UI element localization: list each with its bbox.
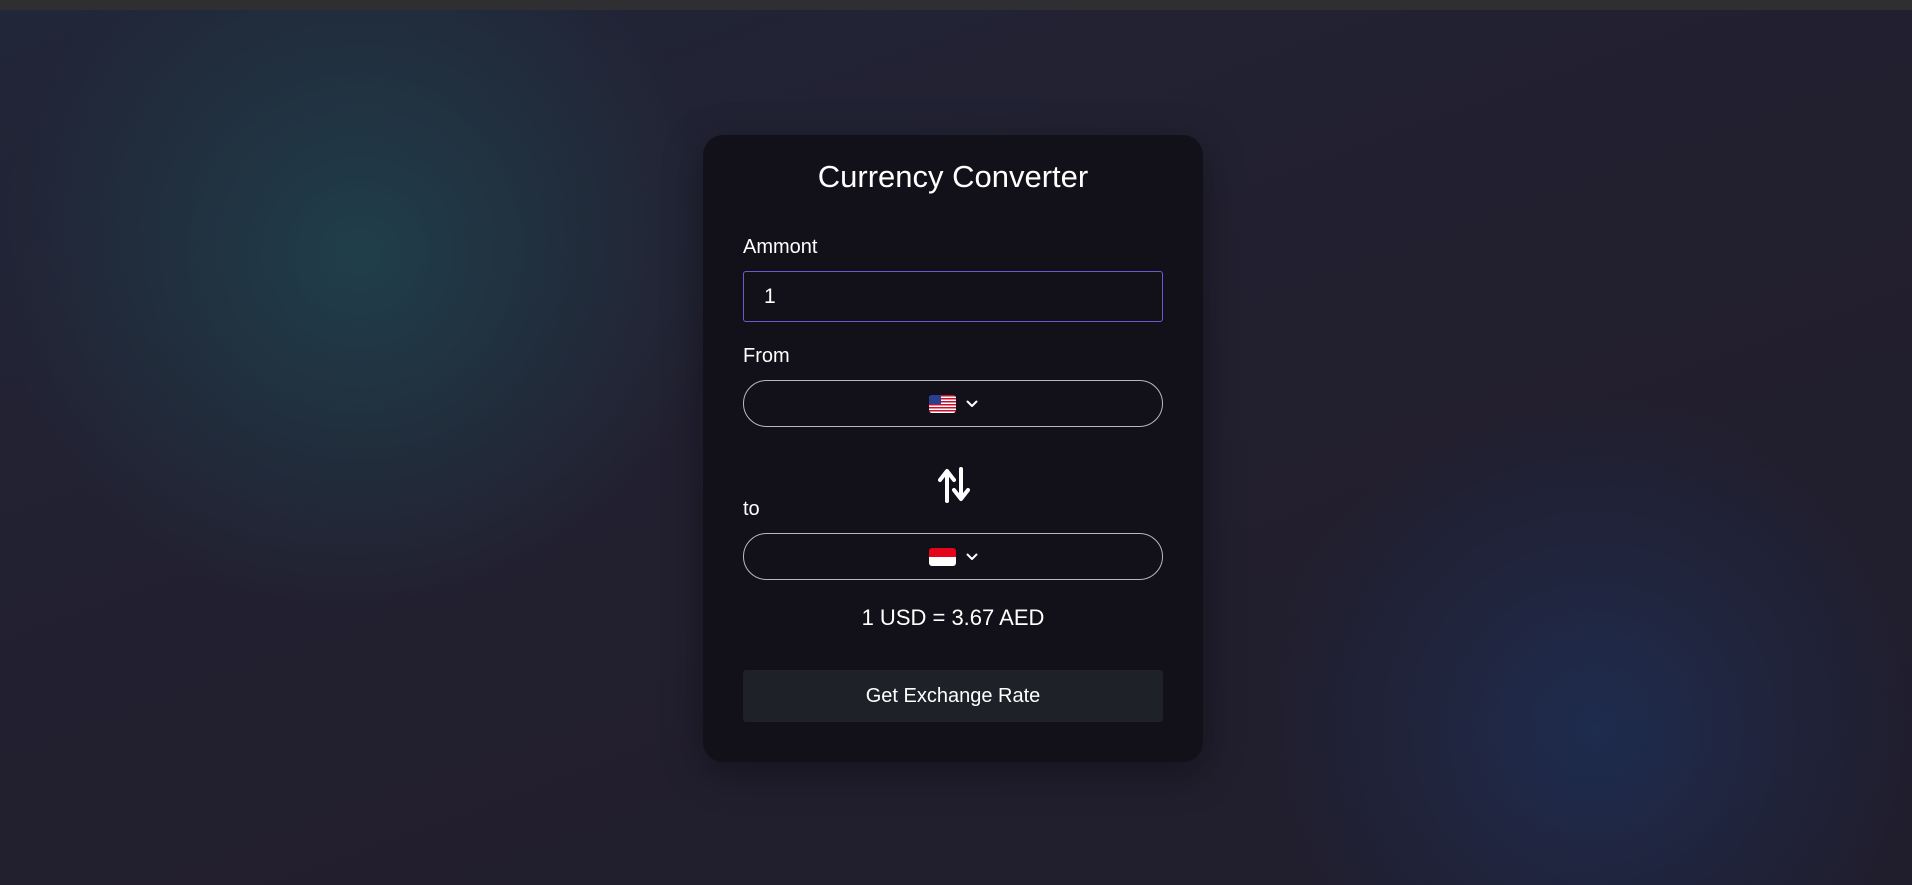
converter-card: Currency Converter Ammont From to 1 USD … [703, 135, 1203, 762]
to-currency-select[interactable] [743, 533, 1163, 580]
get-exchange-rate-button[interactable]: Get Exchange Rate [743, 670, 1163, 722]
browser-top-bar [0, 0, 1912, 10]
from-label: From [743, 345, 790, 367]
amount-input[interactable] [743, 271, 1163, 322]
chevron-down-icon [966, 400, 977, 407]
swap-arrows-icon[interactable] [938, 467, 970, 503]
to-label: to [743, 498, 760, 520]
amount-label: Ammont [743, 236, 818, 258]
from-currency-select[interactable] [743, 380, 1163, 427]
chevron-down-icon [966, 553, 977, 560]
us-flag-icon [928, 394, 956, 413]
exchange-rate-result: 1 USD = 3.67 AED [861, 605, 1045, 630]
indonesia-flag-icon [928, 547, 956, 566]
page-title: Currency Converter [817, 159, 1089, 194]
